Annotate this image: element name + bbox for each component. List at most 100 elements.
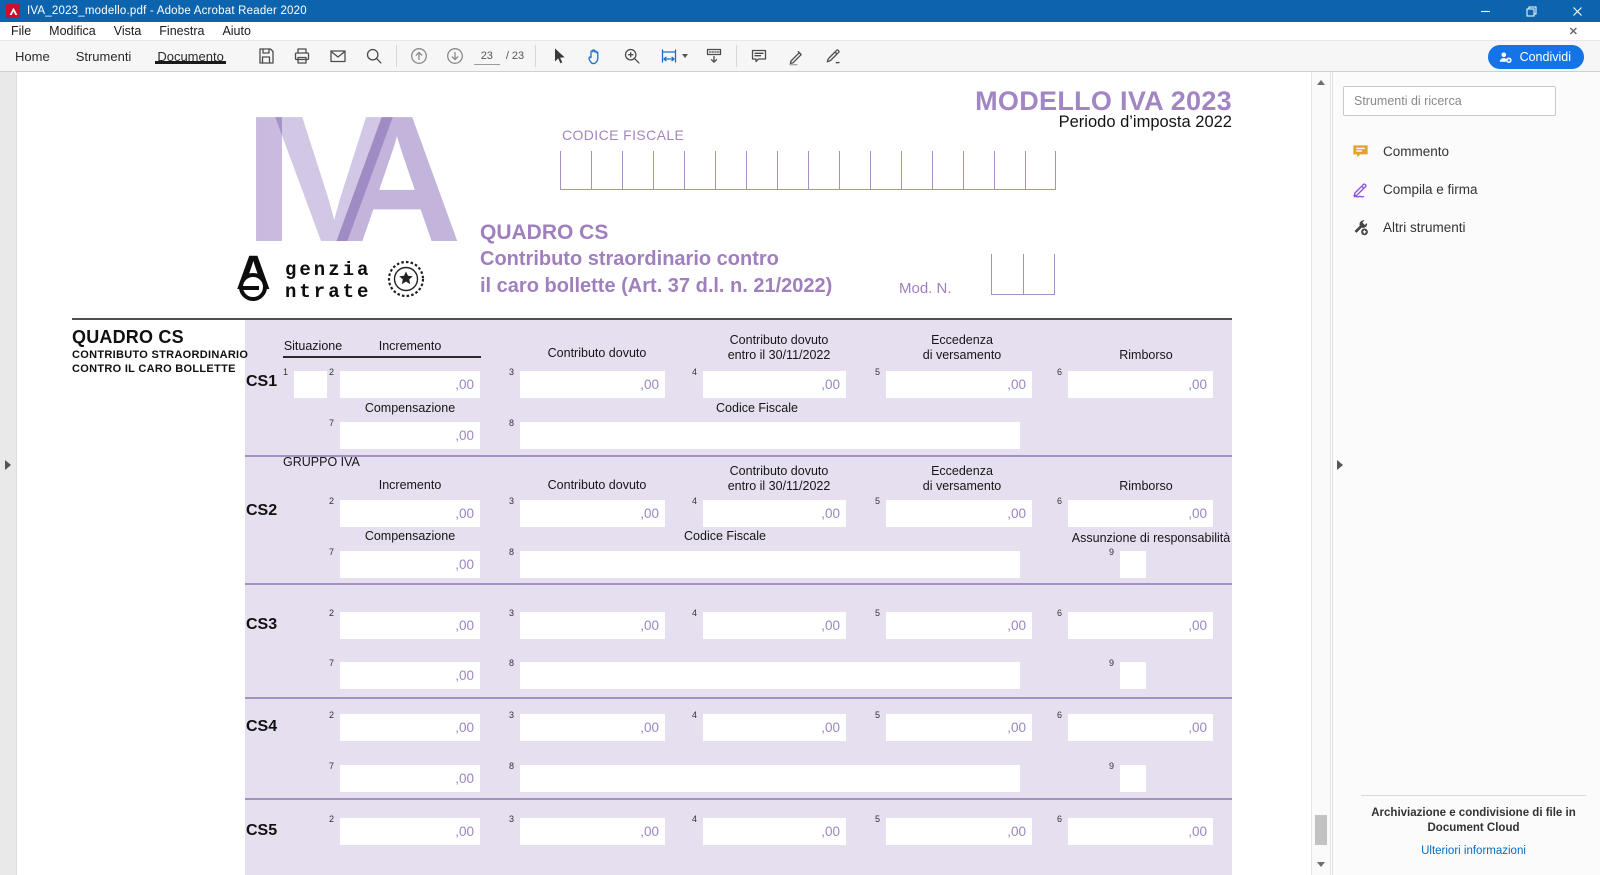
menu-modifica[interactable]: Modifica — [40, 22, 105, 40]
field-CS4-4[interactable]: ,00 — [703, 714, 846, 741]
comb-cell[interactable] — [1023, 254, 1055, 294]
sidebar-item-compila-e-firma[interactable]: Compila e firma — [1351, 170, 1580, 208]
page-display-icon[interactable] — [699, 43, 729, 69]
menu-vista[interactable]: Vista — [105, 22, 151, 40]
left-panel-expand-icon[interactable] — [5, 460, 11, 470]
field-CS1-2[interactable]: ,00 — [340, 371, 480, 398]
comb-cell[interactable] — [994, 151, 1025, 189]
field-CS3-8[interactable] — [520, 662, 1020, 689]
next-page-icon[interactable] — [440, 43, 470, 69]
sidebar-item-altri-strumenti[interactable]: Altri strumenti — [1351, 208, 1580, 246]
vertical-scrollbar[interactable] — [1311, 72, 1331, 875]
field-CS4-8[interactable] — [520, 765, 1020, 792]
comb-cell[interactable] — [991, 254, 1023, 294]
tools-search-input[interactable] — [1344, 87, 1555, 115]
field-CS1-8[interactable] — [520, 422, 1020, 449]
field-CS4-3[interactable]: ,00 — [520, 714, 665, 741]
comb-cell[interactable] — [560, 151, 591, 189]
scrollbar-thumb[interactable] — [1315, 815, 1327, 845]
fill-sign-tool-icon[interactable] — [818, 43, 848, 69]
field-CS5-2[interactable]: ,00 — [340, 818, 480, 845]
comb-cell[interactable] — [715, 151, 746, 189]
field-CS1-3[interactable]: ,00 — [520, 371, 665, 398]
hand-tool-icon[interactable] — [580, 43, 610, 69]
minimize-button[interactable] — [1462, 0, 1508, 22]
close-button[interactable] — [1554, 0, 1600, 22]
comb-cell[interactable] — [870, 151, 901, 189]
save-icon[interactable] — [251, 43, 281, 69]
field-CS3-4[interactable]: ,00 — [703, 612, 846, 639]
field-CS2-5[interactable]: ,00 — [886, 500, 1032, 527]
field-CS2-4[interactable]: ,00 — [703, 500, 846, 527]
field-CS5-4[interactable]: ,00 — [703, 818, 846, 845]
quadro-cs-line1: Contributo straordinario contro — [480, 248, 779, 270]
scroll-down-icon[interactable] — [1317, 862, 1325, 867]
share-button[interactable]: Condividi — [1487, 45, 1584, 69]
menubar-close-icon[interactable]: ✕ — [1569, 22, 1578, 40]
restore-button[interactable] — [1508, 0, 1554, 22]
codice-fiscale-comb-field[interactable] — [560, 151, 1056, 190]
field-CS4-7[interactable]: ,00 — [340, 765, 480, 792]
sidebar-item-commento[interactable]: Commento — [1351, 132, 1580, 170]
field-CS4-9[interactable] — [1120, 765, 1146, 792]
menu-finestra[interactable]: Finestra — [150, 22, 213, 40]
field-CS2-3[interactable]: ,00 — [520, 500, 665, 527]
mod-n-comb-field[interactable] — [991, 254, 1055, 295]
tab-strumenti[interactable]: Strumenti — [63, 49, 145, 64]
field-CS4-2[interactable]: ,00 — [340, 714, 480, 741]
field-CS1-7[interactable]: ,00 — [340, 422, 480, 449]
section-divider-3 — [245, 697, 1232, 699]
field-CS1-6[interactable]: ,00 — [1068, 371, 1213, 398]
field-CS2-7[interactable]: ,00 — [340, 551, 480, 578]
field-CS1-4[interactable]: ,00 — [703, 371, 846, 398]
previous-page-icon[interactable] — [404, 43, 434, 69]
field-CS5-6[interactable]: ,00 — [1068, 818, 1213, 845]
scroll-up-icon[interactable] — [1317, 80, 1325, 85]
tab-home[interactable]: Home — [2, 49, 63, 64]
field-CS2-9[interactable] — [1120, 551, 1146, 578]
highlight-tool-icon[interactable] — [781, 43, 811, 69]
comb-cell[interactable] — [746, 151, 777, 189]
comb-cell[interactable] — [653, 151, 684, 189]
comb-cell[interactable] — [932, 151, 963, 189]
select-tool-icon[interactable] — [543, 43, 573, 69]
tab-documento[interactable]: Documento — [144, 49, 236, 64]
field-CS3-3[interactable]: ,00 — [520, 612, 665, 639]
field-CS3-7[interactable]: ,00 — [340, 662, 480, 689]
amount-placeholder: ,00 — [1007, 824, 1026, 839]
field-CS4-5[interactable]: ,00 — [886, 714, 1032, 741]
comb-cell[interactable] — [591, 151, 622, 189]
field-CS3-6[interactable]: ,00 — [1068, 612, 1213, 639]
comb-cell[interactable] — [1025, 151, 1056, 189]
field-CS2-6[interactable]: ,00 — [1068, 500, 1213, 527]
field-CS4-6[interactable]: ,00 — [1068, 714, 1213, 741]
field-CS3-5[interactable]: ,00 — [886, 612, 1032, 639]
comb-cell[interactable] — [963, 151, 994, 189]
comment-tool-icon[interactable] — [744, 43, 774, 69]
comb-cell[interactable] — [777, 151, 808, 189]
field-CS1-1[interactable] — [294, 371, 327, 398]
field-CS1-5[interactable]: ,00 — [886, 371, 1032, 398]
right-panel-collapse-icon[interactable] — [1337, 460, 1343, 470]
amount-placeholder: ,00 — [455, 771, 474, 786]
print-icon[interactable] — [287, 43, 317, 69]
email-icon[interactable] — [323, 43, 353, 69]
field-CS5-3[interactable]: ,00 — [520, 818, 665, 845]
field-CS3-2[interactable]: ,00 — [340, 612, 480, 639]
zoom-in-icon[interactable] — [617, 43, 647, 69]
comb-cell[interactable] — [901, 151, 932, 189]
search-icon[interactable] — [359, 43, 389, 69]
fit-width-icon[interactable] — [654, 43, 692, 69]
field-CS5-5[interactable]: ,00 — [886, 818, 1032, 845]
comb-cell[interactable] — [622, 151, 653, 189]
more-info-link[interactable]: Ulteriori informazioni — [1421, 845, 1526, 857]
field-CS2-8[interactable] — [520, 551, 1020, 578]
field-CS2-2[interactable]: ,00 — [340, 500, 480, 527]
menu-file[interactable]: File — [2, 22, 40, 40]
field-CS3-9[interactable] — [1120, 662, 1146, 689]
comb-cell[interactable] — [684, 151, 715, 189]
comb-cell[interactable] — [839, 151, 870, 189]
comb-cell[interactable] — [808, 151, 839, 189]
menu-aiuto[interactable]: Aiuto — [213, 22, 260, 40]
page-number-input[interactable] — [473, 47, 500, 65]
